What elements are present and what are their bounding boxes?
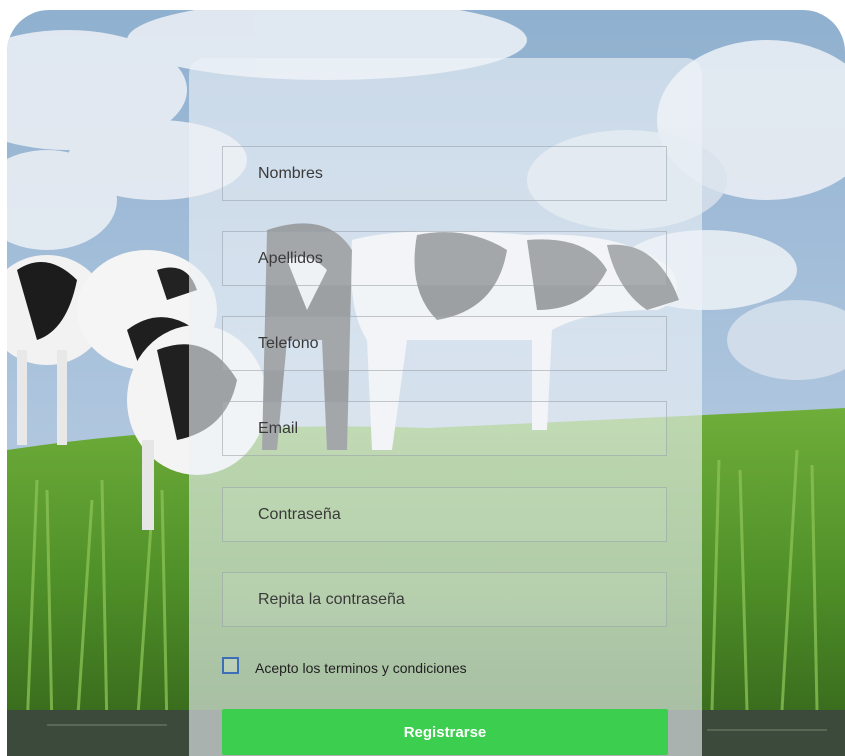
phone-input[interactable] bbox=[223, 317, 666, 370]
password-field[interactable] bbox=[222, 487, 667, 542]
email-field[interactable] bbox=[222, 401, 667, 456]
register-button[interactable]: Registrarse bbox=[222, 709, 668, 755]
repeat-password-field[interactable] bbox=[222, 572, 667, 627]
terms-checkbox[interactable] bbox=[222, 656, 239, 674]
phone-field[interactable] bbox=[222, 316, 667, 371]
registration-form-card: Acepto los terminos y condiciones Regist… bbox=[189, 58, 702, 756]
repeat-password-input[interactable] bbox=[223, 573, 666, 626]
password-input[interactable] bbox=[223, 488, 666, 541]
email-input[interactable] bbox=[223, 402, 666, 455]
surnames-field[interactable] bbox=[222, 231, 667, 286]
names-input[interactable] bbox=[223, 147, 666, 200]
terms-row: Acepto los terminos y condiciones bbox=[222, 656, 467, 679]
background-frame: Acepto los terminos y condiciones Regist… bbox=[7, 10, 845, 756]
terms-label: Acepto los terminos y condiciones bbox=[255, 660, 467, 676]
names-field[interactable] bbox=[222, 146, 667, 201]
surnames-input[interactable] bbox=[223, 232, 666, 285]
